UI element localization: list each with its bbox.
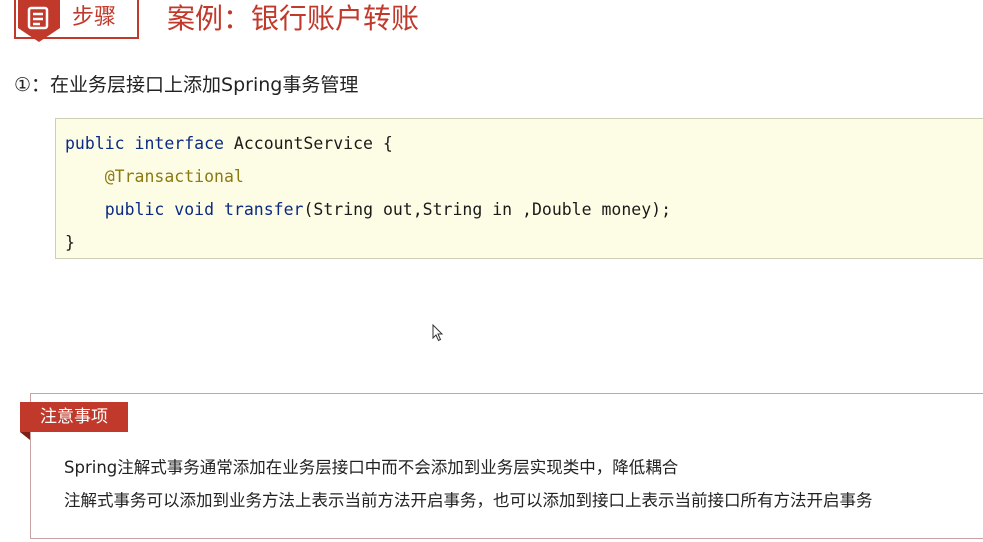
- code-method: transfer: [223, 200, 304, 219]
- code-annotation: @Transactional: [104, 167, 244, 186]
- code-text: AccountService {: [233, 134, 393, 153]
- mouse-cursor-icon: [432, 324, 444, 342]
- slide: 步骤 案例：银行账户转账 ①：在业务层接口上添加Spring事务管理 publi…: [0, 0, 983, 542]
- code-keyword: void: [174, 200, 215, 219]
- code-line-2: @Transactional: [65, 166, 244, 188]
- code-line-1: public interface AccountService {: [65, 133, 393, 155]
- note-tag: 注意事项: [20, 402, 128, 432]
- note-line-2: 注解式事务可以添加到业务方法上表示当前方法开启事务，也可以添加到接口上表示当前接…: [64, 491, 873, 510]
- step-instruction: ①：在业务层接口上添加Spring事务管理: [14, 70, 358, 100]
- code-line-4: }: [65, 233, 75, 252]
- step-text: 在业务层接口上添加Spring事务管理: [50, 74, 359, 96]
- step-tag: 步骤: [14, 0, 139, 42]
- code-line-3: public void transfer(String out,String i…: [65, 199, 671, 221]
- note-line-1: Spring注解式事务通常添加在业务层接口中而不会添加到业务层实现类中，降低耦合: [64, 458, 679, 477]
- code-keyword: public: [104, 200, 165, 219]
- note-tag-fold: [20, 432, 30, 440]
- code-keyword: public: [65, 134, 125, 153]
- page-title: 案例：银行账户转账: [167, 2, 420, 35]
- code-text: (String out,String in ,Double money);: [303, 200, 672, 219]
- document-list-icon: [18, 0, 60, 42]
- step-label: 步骤: [72, 5, 117, 30]
- code-block: public interface AccountService { @Trans…: [55, 118, 983, 259]
- code-keyword: interface: [134, 134, 224, 153]
- step-number: ①：: [14, 74, 51, 96]
